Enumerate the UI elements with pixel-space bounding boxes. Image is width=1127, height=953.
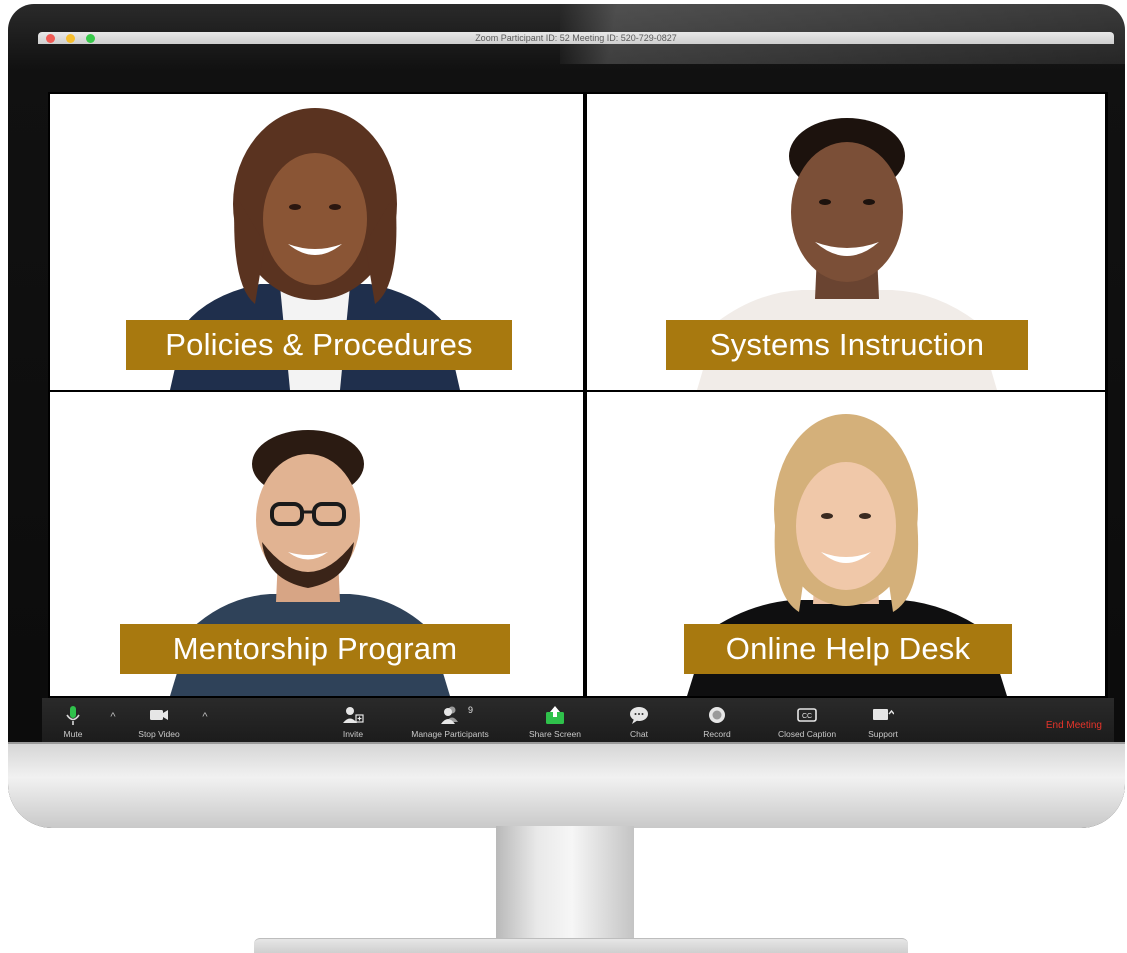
support-label: Support xyxy=(868,729,898,739)
meeting-toolbar: Mute ^ Stop Video ^ Invite 9 Manage Part… xyxy=(42,698,1114,742)
record-label: Record xyxy=(703,729,731,739)
microphone-icon xyxy=(66,706,80,725)
video-tile-1[interactable]: Policies & Procedures xyxy=(50,94,583,390)
manage-participants-label: Manage Participants xyxy=(411,729,489,739)
share-screen-icon xyxy=(546,706,564,724)
record-button[interactable]: Record xyxy=(702,698,732,742)
video-camera-icon xyxy=(150,710,168,720)
desktop-monitor-scene: Zoom Participant ID: 52 Meeting ID: 520-… xyxy=(0,0,1127,953)
invite-button[interactable]: Invite xyxy=(338,698,368,742)
window-title-bar: Zoom Participant ID: 52 Meeting ID: 520-… xyxy=(38,32,1114,44)
closed-caption-icon: CC xyxy=(797,708,817,722)
video-options-chevron-up-icon[interactable]: ^ xyxy=(200,712,210,723)
monitor-stand-neck xyxy=(496,826,634,938)
share-screen-label: Share Screen xyxy=(529,729,581,739)
closed-caption-label: Closed Caption xyxy=(777,729,837,739)
svg-text:CC: CC xyxy=(802,713,812,720)
stop-video-label: Stop Video xyxy=(138,729,180,739)
invite-label: Invite xyxy=(342,729,364,739)
audio-options-chevron-up-icon[interactable]: ^ xyxy=(108,712,118,723)
chat-button[interactable]: Chat xyxy=(624,698,654,742)
share-screen-button[interactable]: Share Screen xyxy=(529,698,581,742)
end-meeting-button[interactable]: End Meeting xyxy=(1046,720,1102,731)
monitor-chin xyxy=(8,742,1125,828)
manage-participants-button[interactable]: 9 Manage Participants xyxy=(411,698,489,742)
participant-count-badge: 9 xyxy=(468,705,474,715)
record-icon xyxy=(709,707,725,723)
tile-label-1: Policies & Procedures xyxy=(126,320,512,370)
mute-label: Mute xyxy=(63,729,83,739)
tile-label-4: Online Help Desk xyxy=(684,624,1012,674)
closed-caption-button[interactable]: CC Closed Caption xyxy=(778,698,836,742)
mute-button[interactable]: Mute xyxy=(58,698,88,742)
add-person-icon xyxy=(343,707,364,723)
support-screen-icon xyxy=(873,709,894,720)
stop-video-button[interactable]: Stop Video xyxy=(138,698,180,742)
window-title: Zoom Participant ID: 52 Meeting ID: 520-… xyxy=(475,33,677,43)
monitor-stand-base xyxy=(254,938,908,953)
video-tile-2[interactable]: Systems Instruction xyxy=(587,94,1105,390)
chat-bubble-icon xyxy=(630,707,648,724)
tile-label-2: Systems Instruction xyxy=(666,320,1028,370)
video-tile-4[interactable]: Online Help Desk xyxy=(587,392,1105,696)
participants-icon xyxy=(441,706,458,724)
video-tile-3[interactable]: Mentorship Program xyxy=(50,392,583,696)
video-gallery: Policies & Procedures Systems Instructio… xyxy=(48,92,1108,698)
chat-label: Chat xyxy=(630,729,648,739)
tile-label-3: Mentorship Program xyxy=(120,624,510,674)
support-button[interactable]: Support xyxy=(868,698,898,742)
